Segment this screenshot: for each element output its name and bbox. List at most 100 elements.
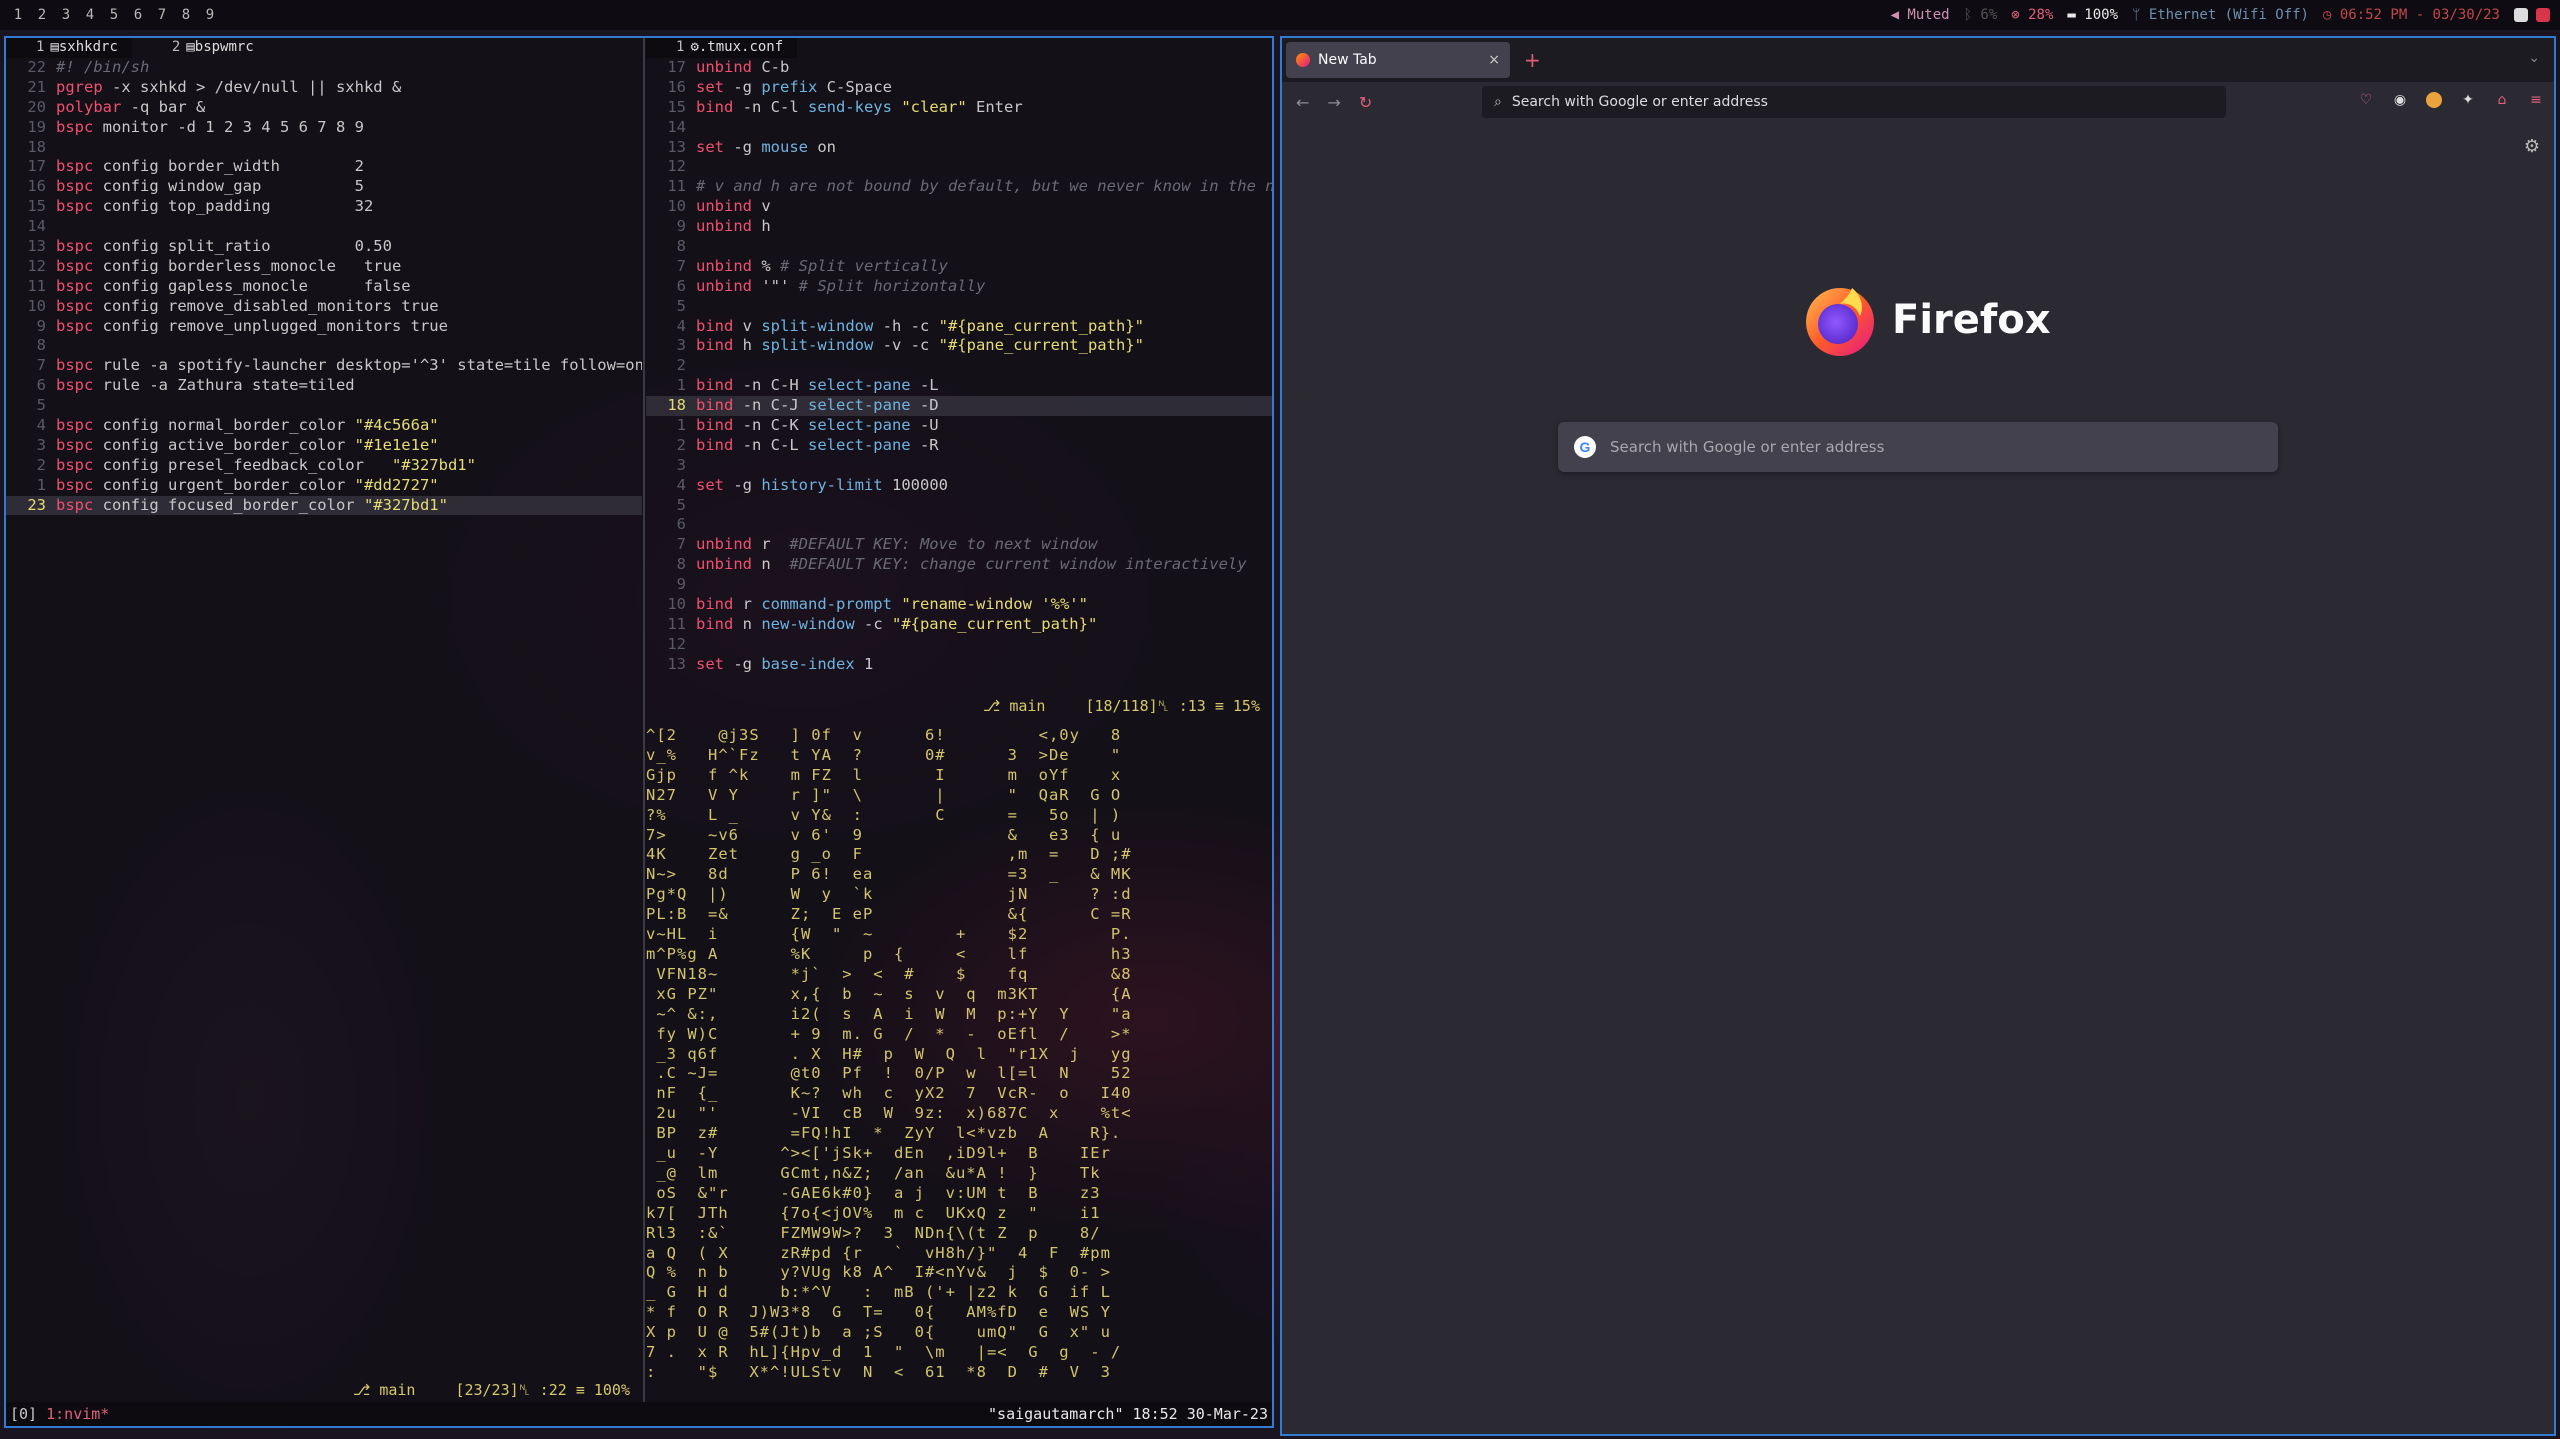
close-icon[interactable]: × xyxy=(1488,52,1500,68)
code-line[interactable]: 13 bspc config split_ratio 0.50 xyxy=(6,237,642,257)
code-line[interactable]: 11 # v and h are not bound by default, bu… xyxy=(646,177,1272,197)
line-number: 7 xyxy=(676,535,686,554)
code-line[interactable]: 18 xyxy=(6,138,642,158)
code-line[interactable]: 4 set -g history-limit 100000 xyxy=(646,476,1272,496)
window-name[interactable]: 1:nvim* xyxy=(46,1405,109,1423)
code-line[interactable]: 2 bind -n C-L select-pane -R xyxy=(646,436,1272,456)
code-line[interactable]: 20 polybar -q bar & xyxy=(6,98,642,118)
code-line[interactable]: 6 unbind '"' # Split horizontally xyxy=(646,277,1272,297)
code-line[interactable]: 15 bind -n C-l send-keys "clear" Enter xyxy=(646,98,1272,118)
code-line[interactable]: 1 bind -n C-K select-pane -U xyxy=(646,416,1272,436)
code-line[interactable]: 14 xyxy=(646,118,1272,138)
code-line[interactable]: 5 xyxy=(646,297,1272,317)
reload-button[interactable]: ↻ xyxy=(1359,93,1372,112)
firefox-window[interactable]: New Tab × + ⌄ ← → ↻ ⌕ Search with Google… xyxy=(1280,36,2556,1436)
code-buffer[interactable]: 17 unbind C-b 16 set -g prefix C-Space 15 bin… xyxy=(646,58,1272,675)
extensions-icon[interactable]: ⌂ xyxy=(2494,92,2510,108)
chevron-down-icon[interactable]: ⌄ xyxy=(2528,50,2540,66)
app-tray-icon[interactable] xyxy=(2536,8,2550,22)
code-line[interactable]: 3 xyxy=(646,456,1272,476)
code-buffer[interactable]: 22 #! /bin/sh 21 pgrep -x sxhkd > /dev/null… xyxy=(6,58,642,516)
code-line[interactable]: 2 xyxy=(646,356,1272,376)
code-line[interactable]: 1 bind -n C-H select-pane -L xyxy=(646,376,1272,396)
code-line[interactable]: 12 bspc config borderless_monocle true xyxy=(6,257,642,277)
code-line[interactable]: 7 unbind r #DEFAULT KEY: Move to next win… xyxy=(646,535,1272,555)
workspace-8[interactable]: 8 xyxy=(174,7,198,23)
code-line[interactable]: 15 bspc config top_padding 32 xyxy=(6,197,642,217)
addon-icon[interactable] xyxy=(2426,92,2442,108)
workspace-5[interactable]: 5 xyxy=(102,7,126,23)
back-button[interactable]: ← xyxy=(1296,93,1309,112)
code-line[interactable]: 22 #! /bin/sh xyxy=(6,58,642,78)
code-line[interactable]: 10 unbind v xyxy=(646,197,1272,217)
code-line[interactable]: 4 bind v split-window -h -c "#{pane_curre… xyxy=(646,317,1272,337)
code-line[interactable]: 1 bspc config urgent_border_color "#dd272… xyxy=(6,476,642,496)
code-line[interactable]: 8 xyxy=(6,336,642,356)
cmatrix-pane[interactable]: ^[2 @j3S ] 0f v 6! <,0y 8 v_% H^`Fz t YA… xyxy=(646,726,1272,1402)
code-line[interactable]: 3 bind h split-window -v -c "#{pane_curre… xyxy=(646,336,1272,356)
menu-icon[interactable]: ≡ xyxy=(2528,92,2544,108)
code-line[interactable]: 9 xyxy=(646,575,1272,595)
code-line[interactable]: 6 xyxy=(646,515,1272,535)
workspace-4[interactable]: 4 xyxy=(78,7,102,23)
code-line[interactable]: 6 bspc rule -a Zathura state=tiled xyxy=(6,376,642,396)
tab-bspwmrc[interactable]: 2 ▤bspwmrc xyxy=(132,38,268,58)
fox-addon-icon[interactable]: ✦ xyxy=(2460,92,2476,108)
code-line[interactable]: 7 bspc rule -a spotify-launcher desktop='… xyxy=(6,356,642,376)
workspace-6[interactable]: 6 xyxy=(126,7,150,23)
code-line[interactable]: 5 xyxy=(646,496,1272,516)
code-line[interactable]: 5 xyxy=(6,396,642,416)
workspace-7[interactable]: 7 xyxy=(150,7,174,23)
pane-divider[interactable] xyxy=(643,38,645,1402)
workspace-9[interactable]: 9 xyxy=(198,7,222,23)
workspace-2[interactable]: 2 xyxy=(30,7,54,23)
workspace-1[interactable]: 1 xyxy=(6,7,30,23)
new-tab-button[interactable]: + xyxy=(1524,48,1541,72)
code-line[interactable]: 12 xyxy=(646,157,1272,177)
code-line[interactable]: 21 pgrep -x sxhkd > /dev/null || sxhkd & xyxy=(6,78,642,98)
search-field[interactable]: G Search with Google or enter address xyxy=(1558,422,2278,472)
code-line[interactable]: 8 unbind n #DEFAULT KEY: change current w… xyxy=(646,555,1272,575)
code-line[interactable]: 7 unbind % # Split vertically xyxy=(646,257,1272,277)
code-line[interactable]: 13 set -g base-index 1 xyxy=(646,655,1272,675)
code-line[interactable]: 16 set -g prefix C-Space xyxy=(646,78,1272,98)
code-line[interactable]: 19 bspc monitor -d 1 2 3 4 5 6 7 8 9 xyxy=(6,118,642,138)
discord-tray-icon[interactable] xyxy=(2514,8,2528,22)
code-line[interactable]: 9 unbind h xyxy=(646,217,1272,237)
extension-icon[interactable]: ◉ xyxy=(2392,92,2408,108)
code-line[interactable]: 8 xyxy=(646,237,1272,257)
code-line[interactable]: 3 bspc config active_border_color "#1e1e1… xyxy=(6,436,642,456)
code-line[interactable]: 17 bspc config border_width 2 xyxy=(6,157,642,177)
workspace-3[interactable]: 3 xyxy=(54,7,78,23)
code-line[interactable]: 16 bspc config window_gap 5 xyxy=(6,177,642,197)
code-line[interactable]: 17 unbind C-b xyxy=(646,58,1272,78)
nvim-right-pane[interactable]: 1 ⚙.tmux.conf 17 unbind C-b 16 set -g prefix… xyxy=(646,38,1272,718)
nvim-tabline: 1 ▤sxhkdrc 2 ▤bspwmrc xyxy=(6,38,642,58)
code-line[interactable]: 14 xyxy=(6,217,642,237)
code-line[interactable]: 10 bind r command-prompt "rename-window '… xyxy=(646,595,1272,615)
line-number: 11 xyxy=(667,177,686,196)
line-text: polybar -q bar & xyxy=(56,97,206,116)
tab-new-tab[interactable]: New Tab × xyxy=(1286,42,1510,78)
pocket-icon[interactable]: ♡ xyxy=(2358,92,2374,108)
code-line[interactable]: 12 xyxy=(646,635,1272,655)
code-line[interactable]: 9 bspc config remove_unplugged_monitors t… xyxy=(6,317,642,337)
terminal-window[interactable]: 1 ▤sxhkdrc 2 ▤bspwmrc 22 #! /bin/sh 21 pgrep … xyxy=(4,36,1274,1428)
tab-sxhkdrc[interactable]: 1 ▤sxhkdrc xyxy=(6,38,132,58)
battery-status: ▬ 100% xyxy=(2067,7,2118,23)
forward-button[interactable]: → xyxy=(1327,93,1340,112)
tab-tmux-conf[interactable]: 1 ⚙.tmux.conf xyxy=(646,38,798,58)
code-line[interactable]: 2 bspc config presel_feedback_color "#327… xyxy=(6,456,642,476)
code-line[interactable]: 10 bspc config remove_disabled_monitors t… xyxy=(6,297,642,317)
code-line[interactable]: 23 bspc config focused_border_color "#327… xyxy=(6,495,642,516)
code-line[interactable]: 4 bspc config normal_border_color "#4c566… xyxy=(6,416,642,436)
code-line[interactable]: 11 bspc config gapless_monocle false xyxy=(6,277,642,297)
code-line[interactable]: 18 bind -n C-J select-pane -D xyxy=(646,396,1272,417)
line-text: bspc config normal_border_color "#4c566a… xyxy=(56,416,439,435)
volume-status[interactable]: ◀ Muted xyxy=(1891,7,1950,23)
nvim-left-pane[interactable]: 1 ▤sxhkdrc 2 ▤bspwmrc 22 #! /bin/sh 21 pgrep … xyxy=(6,38,642,1402)
code-line[interactable]: 13 set -g mouse on xyxy=(646,138,1272,158)
gear-icon[interactable]: ⚙ xyxy=(2524,136,2540,157)
code-line[interactable]: 11 bind n new-window -c "#{pane_current_p… xyxy=(646,615,1272,635)
url-bar[interactable]: ⌕ Search with Google or enter address xyxy=(1482,86,2226,118)
